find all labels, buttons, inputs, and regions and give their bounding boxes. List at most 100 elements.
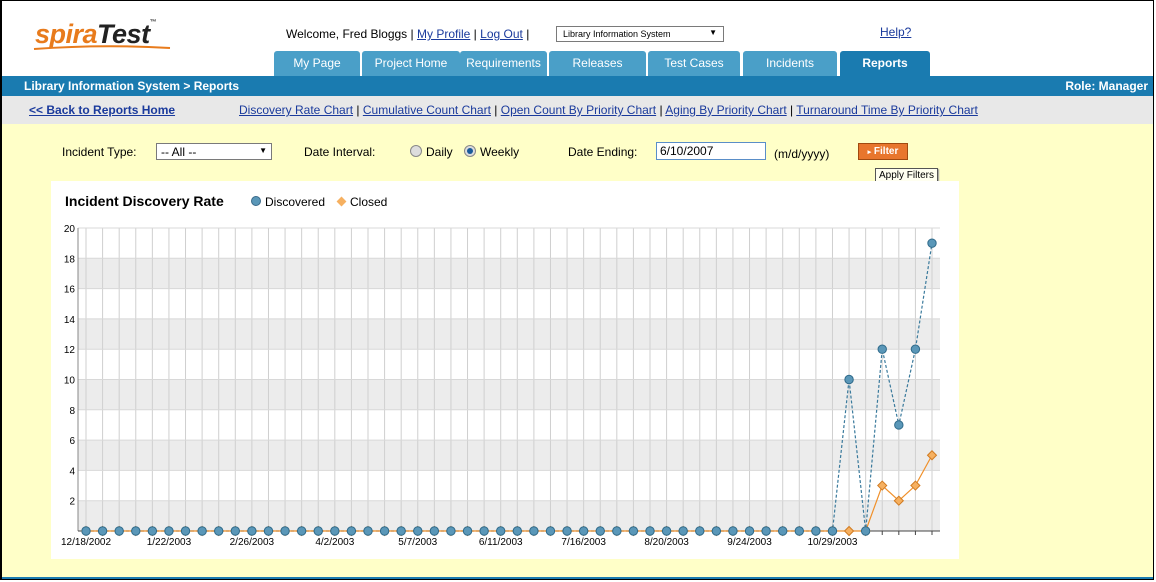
point-discovered xyxy=(446,526,456,536)
separator: | xyxy=(526,27,530,41)
open-count-chart-link[interactable]: Open Count By Priority Chart xyxy=(501,103,656,117)
turnaround-chart-link[interactable]: Turnaround Time By Priority Chart xyxy=(796,103,978,117)
footer-bar xyxy=(2,577,1153,579)
x-tick-label: 8/20/2003 xyxy=(644,537,689,548)
point-discovered xyxy=(761,526,771,536)
point-discovered xyxy=(794,526,804,536)
chevron-down-icon: ▼ xyxy=(709,28,717,37)
point-discovered xyxy=(877,344,887,354)
point-discovered xyxy=(462,526,473,536)
point-discovered xyxy=(313,526,323,536)
point-discovered xyxy=(711,526,722,536)
grid-band xyxy=(78,379,940,410)
point-discovered xyxy=(247,526,257,536)
point-discovered xyxy=(81,526,91,536)
point-discovered xyxy=(164,526,174,536)
project-select[interactable]: Library Information System ▼ xyxy=(556,26,724,42)
grid-band xyxy=(78,258,940,289)
y-tick-label: 4 xyxy=(69,466,75,477)
point-discovered xyxy=(728,526,738,536)
x-tick-label: 6/11/2003 xyxy=(479,537,523,548)
separator: | xyxy=(410,27,414,41)
point-discovered xyxy=(280,526,290,536)
point-discovered xyxy=(578,526,589,536)
point-discovered xyxy=(860,526,871,536)
tab-incidents[interactable]: Incidents xyxy=(743,51,837,76)
report-content: Incident Type: -- All -- ▼ Date Interval… xyxy=(2,124,1153,579)
y-tick-label: 8 xyxy=(69,406,75,417)
point-discovered xyxy=(562,526,572,536)
point-discovered xyxy=(927,238,937,248)
point-discovered xyxy=(628,526,639,536)
point-discovered xyxy=(894,420,904,430)
point-discovered xyxy=(330,526,340,536)
tab-test-cases[interactable]: Test Cases xyxy=(648,51,740,76)
y-tick-label: 2 xyxy=(69,497,75,508)
log-out-link[interactable]: Log Out xyxy=(480,27,523,41)
point-discovered xyxy=(346,526,357,536)
point-discovered xyxy=(744,526,755,536)
back-to-reports-link[interactable]: << Back to Reports Home xyxy=(29,103,175,117)
point-discovered xyxy=(263,526,274,536)
y-tick-label: 18 xyxy=(64,254,76,265)
point-discovered xyxy=(147,526,158,536)
y-tick-label: 20 xyxy=(64,224,76,235)
project-select-value: Library Information System xyxy=(563,29,671,39)
discovery-rate-chart-link[interactable]: Discovery Rate Chart xyxy=(239,103,353,117)
point-discovered xyxy=(363,526,373,536)
x-tick-label: 2/26/2003 xyxy=(230,537,275,548)
point-discovered xyxy=(413,526,423,536)
point-discovered xyxy=(114,526,124,536)
point-discovered xyxy=(811,526,821,536)
x-tick-label: 7/16/2003 xyxy=(561,537,606,548)
point-discovered xyxy=(197,526,207,536)
app-window: spiraTest™ Welcome, Fred Bloggs | My Pro… xyxy=(0,0,1154,580)
separator: | xyxy=(356,103,360,117)
y-tick-label: 10 xyxy=(64,376,76,387)
point-discovered xyxy=(695,526,705,536)
x-tick-label: 10/29/2003 xyxy=(807,537,857,548)
y-tick-label: 12 xyxy=(64,345,76,356)
point-discovered xyxy=(778,526,788,536)
point-discovered xyxy=(844,374,854,385)
x-tick-label: 1/22/2003 xyxy=(147,537,192,548)
point-discovered xyxy=(180,526,191,536)
point-discovered xyxy=(678,526,688,536)
point-discovered xyxy=(496,526,506,536)
point-discovered xyxy=(645,526,655,536)
y-tick-label: 14 xyxy=(64,315,76,326)
x-tick-label: 4/2/2003 xyxy=(315,537,354,548)
logo-swoosh-icon xyxy=(33,45,171,50)
grid-band xyxy=(78,318,940,350)
point-discovered xyxy=(214,526,224,536)
y-tick-label: 6 xyxy=(69,436,75,447)
x-tick-label: 9/24/2003 xyxy=(727,537,772,548)
tab-reports[interactable]: Reports xyxy=(840,51,930,76)
point-discovered xyxy=(97,526,108,536)
aging-chart-link[interactable]: Aging By Priority Chart xyxy=(665,103,786,117)
point-discovered xyxy=(910,344,921,354)
x-tick-label: 12/18/2002 xyxy=(61,537,111,548)
tab-releases[interactable]: Releases xyxy=(549,51,646,76)
tab-project-home[interactable]: Project Home xyxy=(362,51,460,76)
point-discovered xyxy=(131,526,141,536)
help-link[interactable]: Help? xyxy=(880,25,911,39)
point-discovered xyxy=(529,526,539,536)
navigation-bar: Library Information System > Reports Rol… xyxy=(2,76,1153,96)
my-profile-link[interactable]: My Profile xyxy=(417,27,470,41)
point-discovered xyxy=(296,526,307,536)
cumulative-count-chart-link[interactable]: Cumulative Count Chart xyxy=(363,103,491,117)
grid-band xyxy=(78,440,940,471)
separator: | xyxy=(659,103,663,117)
point-discovered xyxy=(595,526,605,536)
point-discovered xyxy=(479,526,489,536)
tab-my-page[interactable]: My Page xyxy=(274,51,360,76)
point-discovered xyxy=(661,526,672,536)
point-discovered xyxy=(545,526,556,536)
point-discovered xyxy=(612,526,622,536)
point-discovered xyxy=(429,526,440,536)
reports-subnav: << Back to Reports Home Discovery Rate C… xyxy=(2,96,1153,125)
tab-requirements[interactable]: Requirements xyxy=(460,51,547,76)
separator: | xyxy=(473,27,477,41)
discovery-rate-chart: 2 4 6 8 10 12 14 16 18 20 12/18/2002 1/22/2003 2/26/… xyxy=(61,224,940,548)
